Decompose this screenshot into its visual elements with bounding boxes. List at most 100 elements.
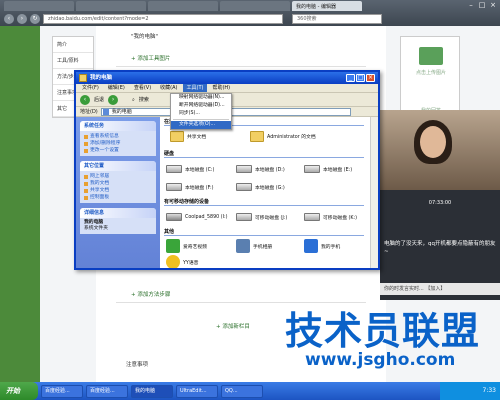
address-row: ‹ › ↻ zhidao.baidu.com/edit/content?mode… xyxy=(0,12,500,26)
drive-d-item[interactable]: 本地磁盘 (D:) xyxy=(236,165,285,173)
network-places-link[interactable]: 网上邻居 xyxy=(84,173,152,180)
taskbar-button[interactable]: 百度经验... xyxy=(41,384,83,398)
yy-item[interactable]: YY语音 xyxy=(166,255,198,268)
back-label[interactable]: 后退 xyxy=(94,96,104,103)
item-label: 爱奇艺视频 xyxy=(183,244,207,250)
my-documents-link[interactable]: 我的文档 xyxy=(84,180,152,187)
forward-icon[interactable]: › xyxy=(108,94,119,105)
other-group-title: 其他 xyxy=(164,229,364,236)
view-system-info-link[interactable]: 查看系统信息 xyxy=(84,133,152,140)
close-icon[interactable]: × xyxy=(488,1,498,10)
menu-tools[interactable]: 工具(T) xyxy=(182,84,208,92)
taskbar-button[interactable]: 百度经验... xyxy=(86,384,128,398)
browser-tab[interactable] xyxy=(4,1,74,11)
system-tasks-title[interactable]: 系统任务 xyxy=(80,121,156,131)
admin-docs-item[interactable]: Administrator 的文档 xyxy=(250,131,316,142)
item-label: Coolpad_5890 (I:) xyxy=(185,214,228,220)
disconnect-drive-item[interactable]: 断开网络驱动器(D)... xyxy=(171,102,231,110)
add-method-step-link[interactable]: + 添加方法步骤 xyxy=(131,290,170,298)
computer-icon xyxy=(79,74,87,82)
search-icon[interactable]: ⌕ xyxy=(132,97,135,103)
item-label: Administrator 的文档 xyxy=(267,135,316,140)
start-button[interactable]: 开始 xyxy=(0,382,38,400)
my-phone-item[interactable]: 我的手机 xyxy=(304,239,340,253)
phone-album-item[interactable]: 手机相册 xyxy=(236,239,272,253)
video-time: 07:33:00 xyxy=(428,200,452,206)
forward-icon[interactable]: › xyxy=(17,14,27,24)
search-label[interactable]: 搜索 xyxy=(139,96,149,103)
back-icon[interactable]: ‹ xyxy=(4,14,14,24)
chat-input[interactable]: 你的时发言实时... 【加入】 xyxy=(380,283,500,295)
control-panel-link[interactable]: 控制面板 xyxy=(84,194,152,201)
details-title[interactable]: 详细信息 xyxy=(80,208,156,218)
add-remove-programs-link[interactable]: 添加/删除程序 xyxy=(84,140,152,147)
browser-tab[interactable] xyxy=(76,1,146,11)
other-places-title[interactable]: 其它位置 xyxy=(80,161,156,171)
taskbar-button[interactable]: UltraEdit... xyxy=(176,384,218,398)
shared-docs-item[interactable]: 共享文档 xyxy=(170,131,206,142)
map-drive-item[interactable]: 映射网络驱动器(N)... xyxy=(171,94,231,102)
iqiyi-item[interactable]: 爱奇艺视频 xyxy=(166,239,207,253)
drive-c-item[interactable]: 本地磁盘 (C:) xyxy=(166,165,214,173)
removable-k-item[interactable]: 可移动磁盘 (K:) xyxy=(304,213,357,221)
browser-chrome: 我的电脑 - 编辑器 – □ × ‹ › ↻ zhidao.baidu.com/… xyxy=(0,0,500,26)
minimize-icon[interactable]: – xyxy=(466,1,476,10)
task-pane: 系统任务 查看系统信息 添加/删除程序 更改一个设置 其它位置 网上邻居 我的文… xyxy=(76,117,160,268)
browser-tab-active[interactable]: 我的电脑 - 编辑器 xyxy=(292,1,362,11)
drive-e-item[interactable]: 本地磁盘 (E:) xyxy=(304,165,352,173)
change-setting-link[interactable]: 更改一个设置 xyxy=(84,147,152,154)
system-clock[interactable]: 7:33 xyxy=(440,382,500,400)
system-tasks-box: 系统任务 查看系统信息 添加/删除程序 更改一个设置 xyxy=(80,121,156,156)
add-column-link[interactable]: + 添加新栏目 xyxy=(216,322,250,330)
close-icon[interactable]: × xyxy=(366,74,375,82)
taskbar-button-active[interactable]: 我的电脑 xyxy=(131,384,173,398)
other-places-box: 其它位置 网上邻居 我的文档 共享文档 控制面板 xyxy=(80,161,156,203)
computer-icon xyxy=(102,108,109,115)
sync-item[interactable]: 同步(S)... xyxy=(171,110,231,118)
upload-image-icon[interactable] xyxy=(419,47,443,65)
side-menu-item[interactable]: 简介 xyxy=(53,37,93,53)
tab-bar: 我的电脑 - 编辑器 xyxy=(0,0,500,12)
menu-help[interactable]: 帮助(H) xyxy=(208,84,234,92)
menu-view[interactable]: 查看(V) xyxy=(130,84,155,92)
drive-icon xyxy=(166,165,182,173)
menu-edit[interactable]: 编辑(E) xyxy=(104,84,129,92)
address-label: 地址(D) xyxy=(80,109,98,115)
taskbar-button[interactable]: QQ... xyxy=(221,384,263,398)
left-accent-strip xyxy=(0,26,40,382)
refresh-icon[interactable]: ↻ xyxy=(30,14,40,24)
maximize-icon[interactable]: □ xyxy=(356,74,365,82)
back-icon[interactable]: ‹ xyxy=(80,94,90,105)
drive-f-item[interactable]: 本地磁盘 (F:) xyxy=(166,183,213,191)
minimize-icon[interactable]: _ xyxy=(346,74,355,82)
disks-group-title: 硬盘 xyxy=(164,151,364,158)
maximize-icon[interactable]: □ xyxy=(477,1,487,10)
explorer-title[interactable]: 我的电脑 xyxy=(76,72,378,84)
removable-j-item[interactable]: 可移动磁盘 (J:) xyxy=(236,213,287,221)
removable-drive-icon xyxy=(304,213,320,221)
step-text: "我的电脑" xyxy=(131,34,159,40)
yy-icon xyxy=(166,255,180,268)
phone-drive-icon xyxy=(166,213,182,221)
item-label: 本地磁盘 (F:) xyxy=(185,185,214,191)
drive-g-item[interactable]: 本地磁盘 (G:) xyxy=(236,183,285,191)
item-label: 本地磁盘 (E:) xyxy=(323,167,353,173)
menu-favorites[interactable]: 收藏(A) xyxy=(156,84,181,92)
shared-documents-link[interactable]: 共享文档 xyxy=(84,187,152,194)
menu-file[interactable]: 文件(F) xyxy=(78,84,103,92)
search-input[interactable]: 360搜索 xyxy=(292,14,382,24)
address-bar[interactable]: zhidao.baidu.com/edit/content?mode=2 xyxy=(43,14,283,24)
add-toolbox-image-link[interactable]: + 添加工具图片 xyxy=(131,54,170,62)
menu-bar: 文件(F) 编辑(E) 查看(V) 收藏(A) 工具(T) 帮助(H) xyxy=(76,84,378,93)
folder-options-item[interactable]: 文件夹选项(O)... xyxy=(171,121,231,129)
upload-image-label[interactable]: 点击上传图片 xyxy=(401,69,461,76)
browser-tab[interactable] xyxy=(220,1,290,11)
coolpad-item[interactable]: Coolpad_5890 (I:) xyxy=(166,213,228,221)
folder-icon xyxy=(170,131,184,142)
scrollbar[interactable] xyxy=(370,117,378,268)
browser-tab[interactable] xyxy=(148,1,218,11)
photo-icon xyxy=(236,239,250,253)
folder-icon xyxy=(250,131,264,142)
side-menu-item[interactable]: 工具/原料 xyxy=(53,53,93,69)
item-label: 本地磁盘 (D:) xyxy=(255,167,285,173)
